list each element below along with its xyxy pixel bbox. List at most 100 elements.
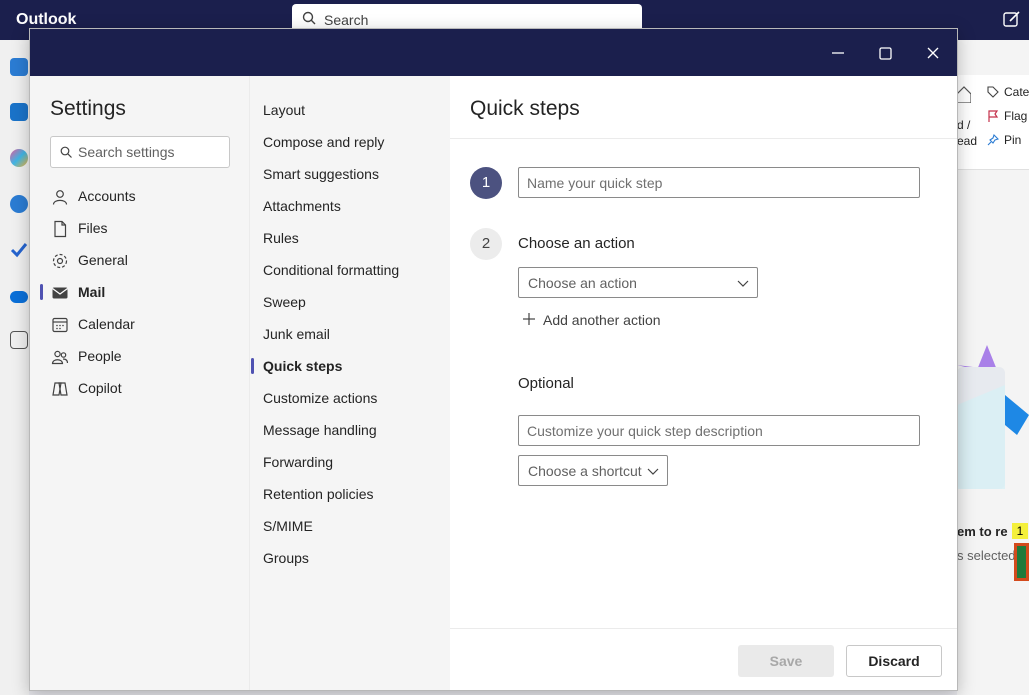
chevron-down-icon bbox=[647, 468, 659, 475]
selection-indicator bbox=[40, 284, 43, 300]
mail-section-conditional-formatting[interactable]: Conditional formatting bbox=[250, 254, 450, 286]
mail-section-junk-email[interactable]: Junk email bbox=[250, 318, 450, 350]
mail-section-rules[interactable]: Rules bbox=[250, 222, 450, 254]
pin-icon bbox=[987, 134, 999, 146]
empty-state-subtitle: s selected bbox=[957, 548, 1016, 563]
settings-category-calendar[interactable]: Calendar bbox=[30, 308, 249, 340]
quick-steps-panel: Quick steps 1 2 Choose an action Choose … bbox=[450, 76, 957, 690]
empty-state-title: em to re bbox=[957, 524, 1008, 539]
mail-section-label: Forwarding bbox=[263, 454, 334, 470]
mail-section-smart-suggestions[interactable]: Smart suggestions bbox=[250, 158, 450, 190]
step-1-indicator: 1 bbox=[470, 167, 502, 199]
settings-category-label: People bbox=[78, 348, 122, 364]
people-icon bbox=[51, 350, 69, 365]
empty-mailbox-illustration bbox=[957, 345, 1029, 489]
mail-section-label: Conditional formatting bbox=[263, 262, 400, 278]
choose-action-dropdown-text: Choose an action bbox=[528, 275, 637, 291]
step-2-indicator: 2 bbox=[470, 228, 502, 260]
settings-title: Settings bbox=[50, 97, 126, 120]
mail-section-sweep[interactable]: Sweep bbox=[250, 286, 450, 318]
mail-section-customize-actions[interactable]: Customize actions bbox=[250, 382, 450, 414]
mail-section-label: Retention policies bbox=[263, 486, 374, 502]
settings-category-accounts[interactable]: Accounts bbox=[30, 180, 249, 212]
categorize-label: Cate bbox=[1004, 85, 1029, 99]
chevron-down-icon bbox=[737, 280, 749, 287]
mail-section-groups[interactable]: Groups bbox=[250, 542, 450, 574]
mail-section-retention-policies[interactable]: Retention policies bbox=[250, 478, 450, 510]
flag-label: Flag bbox=[1004, 109, 1028, 123]
settings-category-general[interactable]: General bbox=[30, 244, 249, 276]
app-rail bbox=[0, 40, 29, 695]
choose-shortcut-dropdown-text: Choose a shortcut bbox=[528, 463, 642, 479]
settings-category-nav: Settings Accounts Files General Mail Calenda… bbox=[30, 76, 249, 690]
annotation-badge: 1 bbox=[1012, 523, 1028, 539]
mail-app-icon[interactable] bbox=[10, 58, 28, 76]
pin-button[interactable]: Pin bbox=[987, 133, 1021, 147]
onedrive-app-icon[interactable] bbox=[10, 291, 28, 303]
page-title: Quick steps bbox=[470, 97, 580, 120]
copilot-icon bbox=[52, 382, 68, 396]
mail-icon bbox=[52, 287, 68, 299]
mail-section-label: Compose and reply bbox=[263, 134, 385, 150]
todo-app-icon[interactable] bbox=[10, 241, 28, 259]
mail-section-label: S/MIME bbox=[263, 518, 313, 534]
discard-button[interactable]: Discard bbox=[846, 645, 942, 677]
mark-read-text-top: d / bbox=[957, 118, 971, 132]
mail-section-label: Rules bbox=[263, 230, 299, 246]
settings-dialog: Settings Accounts Files General Mail Calenda… bbox=[29, 28, 958, 691]
mark-read-button[interactable] bbox=[956, 85, 972, 106]
mail-section-layout[interactable]: Layout bbox=[250, 94, 450, 126]
quick-step-description-input[interactable] bbox=[518, 415, 920, 446]
calendar-app-icon[interactable] bbox=[10, 103, 28, 121]
close-icon[interactable] bbox=[921, 41, 945, 65]
mail-section-label: Attachments bbox=[263, 198, 341, 214]
selection-indicator bbox=[251, 358, 254, 374]
mail-section-label: Junk email bbox=[263, 326, 330, 342]
global-search-label: Search bbox=[324, 12, 369, 28]
quick-step-name-input[interactable] bbox=[518, 167, 920, 198]
save-button[interactable]: Save bbox=[738, 645, 834, 677]
settings-category-people[interactable]: People bbox=[30, 340, 249, 372]
pin-label: Pin bbox=[1004, 133, 1022, 147]
minimize-icon[interactable] bbox=[826, 41, 850, 65]
mail-section-label: Quick steps bbox=[263, 358, 343, 374]
tag-icon bbox=[987, 86, 999, 98]
settings-category-label: Accounts bbox=[78, 188, 136, 204]
choose-action-dropdown[interactable]: Choose an action bbox=[518, 267, 758, 298]
settings-category-mail[interactable]: Mail bbox=[30, 276, 249, 308]
mail-section-label: Customize actions bbox=[263, 390, 378, 406]
mail-section-attachments[interactable]: Attachments bbox=[250, 190, 450, 222]
mail-section-label: Smart suggestions bbox=[263, 166, 379, 182]
dialog-footer: Save Discard bbox=[450, 628, 957, 690]
settings-category-copilot[interactable]: Copilot bbox=[30, 372, 249, 404]
flag-button[interactable]: Flag bbox=[987, 109, 1027, 123]
choose-shortcut-dropdown[interactable]: Choose a shortcut bbox=[518, 455, 668, 486]
plus-icon bbox=[523, 313, 535, 325]
settings-category-label: Calendar bbox=[78, 316, 135, 332]
settings-search-input[interactable] bbox=[78, 137, 226, 167]
mail-section-s-mime[interactable]: S/MIME bbox=[250, 510, 450, 542]
mail-section-label: Message handling bbox=[263, 422, 377, 438]
people-app-icon[interactable] bbox=[10, 195, 28, 213]
mark-read-text-bottom: ead bbox=[957, 134, 978, 148]
mail-section-forwarding[interactable]: Forwarding bbox=[250, 446, 450, 478]
settings-category-label: Copilot bbox=[78, 380, 122, 396]
person-icon bbox=[52, 190, 68, 205]
more-apps-icon[interactable] bbox=[10, 331, 28, 349]
settings-search-box[interactable] bbox=[50, 136, 230, 168]
app-title: Outlook bbox=[16, 11, 77, 28]
flag-icon bbox=[988, 110, 999, 122]
categorize-button[interactable]: Cate bbox=[987, 85, 1029, 99]
mail-section-compose-and-reply[interactable]: Compose and reply bbox=[250, 126, 450, 158]
settings-category-files[interactable]: Files bbox=[30, 212, 249, 244]
copilot-app-icon[interactable] bbox=[10, 149, 28, 167]
add-another-action-label: Add another action bbox=[543, 312, 661, 328]
search-icon bbox=[302, 11, 316, 25]
mail-section-label: Layout bbox=[263, 102, 306, 118]
mail-section-quick-steps[interactable]: Quick steps bbox=[250, 350, 450, 382]
maximize-icon[interactable] bbox=[873, 41, 897, 65]
mail-section-label: Sweep bbox=[263, 294, 306, 310]
mail-section-message-handling[interactable]: Message handling bbox=[250, 414, 450, 446]
compose-note-icon[interactable] bbox=[1002, 10, 1022, 30]
dialog-titlebar bbox=[30, 29, 957, 76]
